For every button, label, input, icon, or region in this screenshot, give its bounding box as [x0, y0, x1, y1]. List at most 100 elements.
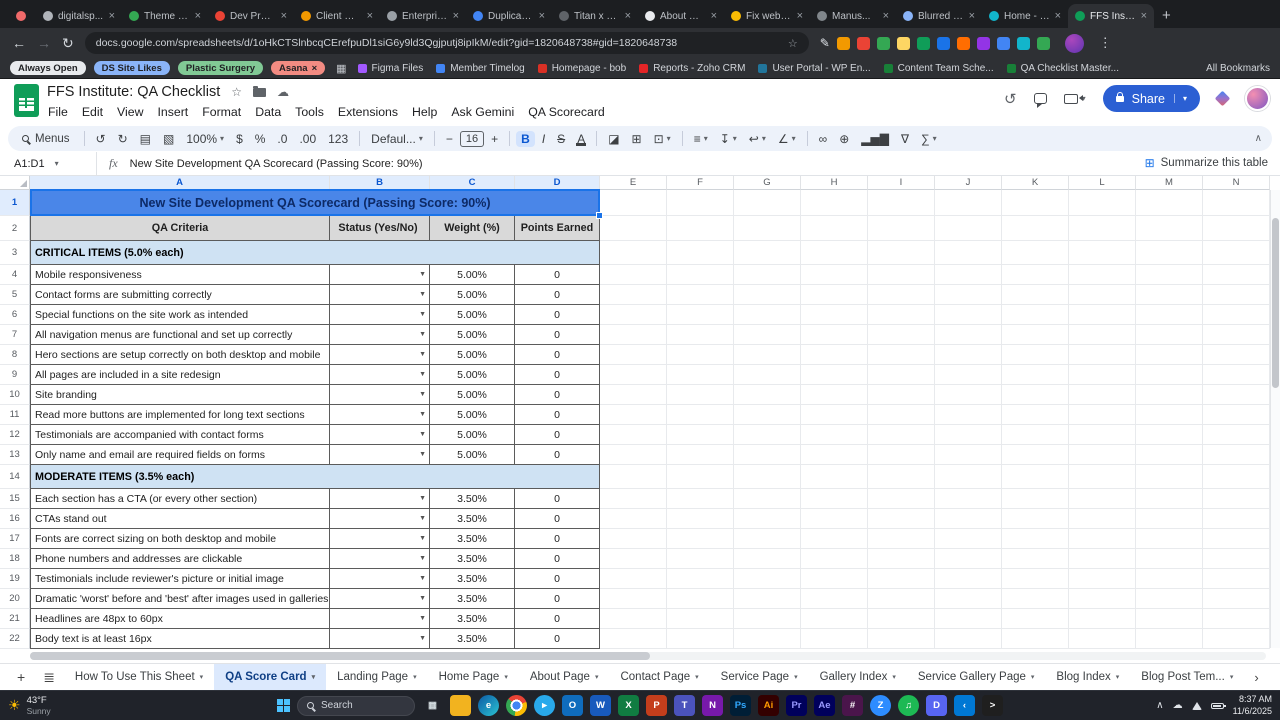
bookmark-content-team-sche[interactable]: Content Team Sche... [883, 63, 994, 74]
extension-9-icon[interactable] [996, 36, 1010, 50]
points-cell-D18[interactable]: 0 [515, 549, 600, 569]
empty-cells-filler[interactable] [600, 265, 1270, 285]
bookmark-member-timelog[interactable]: Member Timelog [436, 63, 525, 74]
merge-cells-icon[interactable]: ⊡ ▾ [649, 131, 676, 147]
criteria-cell-A21[interactable]: Headlines are 48px to 60px [30, 609, 330, 629]
points-cell-D12[interactable]: 0 [515, 425, 600, 445]
new-tab-button[interactable]: + [1162, 7, 1171, 24]
document-title[interactable]: FFS Institute: QA Checklist [47, 84, 220, 100]
bookmark-reports-zoho-crm[interactable]: Reports - Zoho CRM [639, 63, 745, 74]
empty-cells-filler[interactable] [600, 529, 1270, 549]
tab-group-asana[interactable]: Asana × [271, 61, 326, 75]
row-header-5[interactable]: 5 [0, 285, 30, 305]
empty-cells-filler[interactable] [600, 445, 1270, 465]
empty-cells-filler[interactable] [600, 629, 1270, 649]
status-dropdown-icon[interactable]: ▼ [419, 575, 426, 582]
taskbar-telegram-icon[interactable]: ▸ [534, 695, 555, 716]
menu-insert[interactable]: Insert [150, 103, 195, 121]
tab-close-icon[interactable]: × [367, 10, 373, 22]
redo-icon[interactable]: ↻ [113, 131, 133, 147]
sheet-tab-caret-icon[interactable]: ▾ [1230, 673, 1234, 681]
weight-cell-C20[interactable]: 3.50% [430, 589, 515, 609]
column-header-F[interactable]: F [667, 176, 734, 190]
tab-close-icon[interactable]: × [1141, 10, 1147, 22]
taskbar-vscode-icon[interactable]: ‹ [954, 695, 975, 716]
browser-tab-titan-x-di[interactable]: Titan x Di... × [552, 4, 638, 28]
name-box[interactable]: A1:D1 ▾ [0, 158, 96, 170]
sheet-tab-caret-icon[interactable]: ▾ [504, 673, 508, 681]
row-header-15[interactable]: 15 [0, 489, 30, 509]
empty-cells-filler[interactable] [600, 569, 1270, 589]
menu-tools[interactable]: Tools [288, 103, 331, 121]
points-cell-D5[interactable]: 0 [515, 285, 600, 305]
status-dropdown-icon[interactable]: ▼ [419, 331, 426, 338]
criteria-cell-A13[interactable]: Only name and email are required fields … [30, 445, 330, 465]
zoom-select[interactable]: 100% ▾ [181, 131, 229, 147]
taskbar-powerpoint-icon[interactable]: P [646, 695, 667, 716]
sheet-tab-landing-page[interactable]: Landing Page ▾ [326, 664, 428, 691]
sheet-tab-caret-icon[interactable]: ▾ [200, 673, 204, 681]
taskbar-spotify-icon[interactable]: ♫ [898, 695, 919, 716]
undo-icon[interactable]: ↺ [91, 131, 111, 147]
empty-cells-filler[interactable] [600, 241, 1270, 265]
points-cell-D20[interactable]: 0 [515, 589, 600, 609]
column-header-K[interactable]: K [1002, 176, 1069, 190]
gemini-icon[interactable] [1214, 90, 1231, 107]
weight-cell-C11[interactable]: 5.00% [430, 405, 515, 425]
text-rotate-icon[interactable]: ∠ ▾ [773, 131, 801, 147]
criteria-cell-A8[interactable]: Hero sections are setup correctly on bot… [30, 345, 330, 365]
menu-help[interactable]: Help [405, 103, 444, 121]
all-bookmarks-button[interactable]: All Bookmarks [1206, 63, 1270, 74]
browser-tab-theme-b[interactable]: Theme B... × [122, 4, 208, 28]
status-cell-B7[interactable]: ▼ [330, 325, 430, 345]
points-cell-D9[interactable]: 0 [515, 365, 600, 385]
status-dropdown-icon[interactable]: ▼ [419, 535, 426, 542]
taskbar-slack-icon[interactable]: # [842, 695, 863, 716]
browser-tab-digitalsp[interactable]: digitalsp... × [36, 4, 122, 28]
weight-cell-C7[interactable]: 5.00% [430, 325, 515, 345]
browser-tab-duplicate[interactable]: Duplicate... × [466, 4, 552, 28]
empty-cells-filler[interactable] [600, 425, 1270, 445]
status-cell-B20[interactable]: ▼ [330, 589, 430, 609]
empty-cells-filler[interactable] [600, 216, 1270, 241]
sheet-tab-qa-score-card[interactable]: QA Score Card ▾ [214, 663, 327, 691]
empty-cells-filler[interactable] [600, 385, 1270, 405]
row-header-14[interactable]: 14 [0, 465, 30, 489]
weight-cell-C10[interactable]: 5.00% [430, 385, 515, 405]
sheet-tab-contact-page[interactable]: Contact Page ▾ [609, 664, 709, 691]
start-button[interactable] [277, 699, 290, 712]
status-dropdown-icon[interactable]: ▼ [419, 635, 426, 642]
row-header-19[interactable]: 19 [0, 569, 30, 589]
criteria-cell-A6[interactable]: Special functions on the site work as in… [30, 305, 330, 325]
points-cell-D19[interactable]: 0 [515, 569, 600, 589]
strikethrough-icon[interactable]: S [552, 131, 570, 147]
sheet-tab-how-to-use-this-sheet[interactable]: How To Use This Sheet ▾ [64, 664, 214, 691]
extension-1-icon[interactable] [836, 36, 850, 50]
edit-extension-icon[interactable]: ✎ [820, 36, 830, 50]
sheet-tab-blog-post-tem[interactable]: Blog Post Tem... ▾ [1130, 664, 1244, 691]
points-cell-D4[interactable]: 0 [515, 265, 600, 285]
menu-extensions[interactable]: Extensions [331, 103, 405, 121]
empty-cells-filler[interactable] [600, 305, 1270, 325]
increase-font-size-icon[interactable]: + [486, 131, 503, 147]
weight-cell-C15[interactable]: 3.50% [430, 489, 515, 509]
decrease-font-size-icon[interactable]: − [441, 131, 458, 147]
extension-6-icon[interactable] [936, 36, 950, 50]
header-cell-weight[interactable]: Weight (%) [430, 216, 515, 241]
status-cell-B22[interactable]: ▼ [330, 629, 430, 649]
status-dropdown-icon[interactable]: ▼ [419, 351, 426, 358]
create-filter-icon[interactable]: ∇ [896, 131, 914, 147]
column-header-D[interactable]: D [515, 176, 600, 190]
criteria-cell-A17[interactable]: Fonts are correct sizing on both desktop… [30, 529, 330, 549]
sheet-tab-caret-icon[interactable]: ▾ [1031, 673, 1035, 681]
column-header-H[interactable]: H [801, 176, 868, 190]
weight-cell-C19[interactable]: 3.50% [430, 569, 515, 589]
select-all-corner[interactable] [0, 176, 30, 190]
criteria-cell-A12[interactable]: Testimonials are accompanied with contac… [30, 425, 330, 445]
empty-cells-filler[interactable] [600, 609, 1270, 629]
horizontal-scrollbar-thumb[interactable] [30, 652, 650, 660]
section-cell-critical-items-5-0-each[interactable]: CRITICAL ITEMS (5.0% each) [30, 241, 600, 265]
row-header-21[interactable]: 21 [0, 609, 30, 629]
menus-search-button[interactable]: Menus [18, 133, 78, 145]
taskbar-terminal-icon[interactable]: > [982, 695, 1003, 716]
